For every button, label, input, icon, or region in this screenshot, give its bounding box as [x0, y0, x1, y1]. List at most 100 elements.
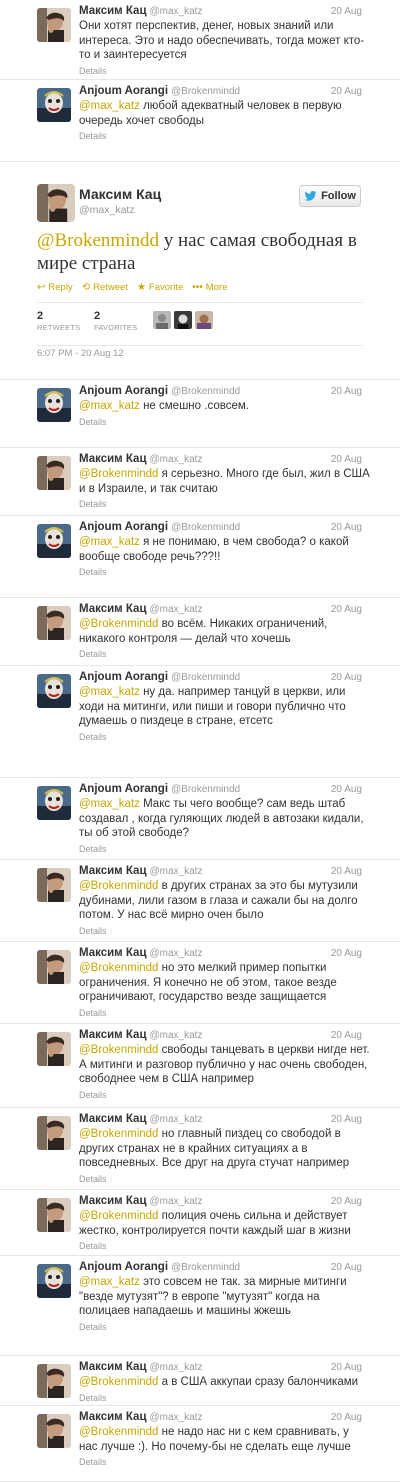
avatar[interactable]	[37, 8, 71, 42]
details-link[interactable]: Details	[79, 1240, 370, 1252]
details-link[interactable]: Details	[79, 1089, 370, 1101]
author-handle[interactable]: @max_katz	[150, 948, 203, 959]
details-link[interactable]: Details	[79, 925, 370, 937]
details-link[interactable]: Details	[79, 1392, 370, 1404]
avatar[interactable]	[37, 868, 71, 902]
reply-button[interactable]: ↩ Reply	[37, 282, 73, 293]
details-link[interactable]: Details	[79, 566, 370, 578]
tweet[interactable]: Максим Кац @max_katz 20 Aug @Brokenmindd во…	[0, 598, 400, 666]
avatar[interactable]	[37, 388, 71, 422]
author-name[interactable]: Максим Кац	[79, 5, 147, 17]
mention-link[interactable]: @Brokenmindd	[79, 1426, 158, 1438]
author-handle[interactable]: @max_katz	[150, 1114, 203, 1125]
details-link[interactable]: Details	[79, 1007, 370, 1019]
tweet[interactable]: Максим Кац @max_katz 20 Aug @Brokenmindd по…	[0, 1190, 400, 1256]
details-link[interactable]: Details	[79, 130, 370, 142]
tweet[interactable]: Максим Кац @max_katz 20 Aug @Brokenmindd но…	[0, 1108, 400, 1190]
retweet-button[interactable]: ⟲ Retweet	[82, 282, 128, 293]
tweet[interactable]: Anjoum Aorangi @Brokenmindd 20 Aug @max_kat…	[0, 516, 400, 598]
details-link[interactable]: Details	[79, 65, 370, 77]
author-name[interactable]: Максим Кац	[79, 1195, 147, 1207]
author-name[interactable]: Максим Кац	[79, 865, 147, 877]
author-handle[interactable]: @max_katz	[150, 6, 203, 17]
author-handle[interactable]: @max_katz	[150, 454, 203, 465]
favorites-stat[interactable]: 2 FAVORITES	[94, 310, 137, 332]
avatar[interactable]	[153, 311, 171, 329]
more-button[interactable]: ••• More	[192, 282, 227, 293]
avatar[interactable]	[37, 1198, 71, 1232]
mention-link[interactable]: @max_katz	[79, 100, 140, 112]
mention-link[interactable]: @max_katz	[79, 1276, 140, 1288]
mention-link[interactable]: @Brokenmindd	[79, 468, 158, 480]
tweet-date[interactable]: 20 Aug	[331, 1362, 362, 1373]
author-name[interactable]: Максим Кац	[79, 1113, 147, 1125]
tweet-date[interactable]: 20 Aug	[331, 522, 362, 533]
avatar[interactable]	[37, 674, 71, 708]
tweet-date[interactable]: 20 Aug	[331, 784, 362, 795]
author-handle[interactable]: @max_katz	[79, 204, 135, 216]
author-handle[interactable]: @max_katz	[150, 1362, 203, 1373]
author-name[interactable]: Anjoum Aorangi	[79, 783, 168, 795]
tweet-date[interactable]: 20 Aug	[331, 6, 362, 17]
details-link[interactable]: Details	[79, 1456, 370, 1468]
mention-link[interactable]: @Brokenmindd	[79, 880, 158, 892]
tweet[interactable]: Anjoum Aorangi @Brokenmindd 20 Aug @max_kat…	[0, 666, 400, 778]
author-name[interactable]: Максим Кац	[79, 603, 147, 615]
avatar[interactable]	[174, 311, 192, 329]
tweet[interactable]: Anjoum Aorangi @Brokenmindd 20 Aug @max_kat…	[0, 1256, 400, 1356]
details-link[interactable]: Details	[79, 731, 370, 743]
author-handle[interactable]: @max_katz	[150, 1030, 203, 1041]
author-name[interactable]: Anjoum Aorangi	[79, 521, 168, 533]
avatar[interactable]	[37, 1414, 71, 1448]
tweet[interactable]: Anjoum Aorangi @Brokenmindd 20 Aug @max_kat…	[0, 380, 400, 448]
author-handle[interactable]: @max_katz	[150, 604, 203, 615]
author-handle[interactable]: @Brokenmindd	[171, 386, 240, 397]
author-name[interactable]: Anjoum Aorangi	[79, 1261, 168, 1273]
tweet-date[interactable]: 20 Aug	[331, 604, 362, 615]
tweet[interactable]: Anjoum Aorangi @Brokenmindd 20 Aug @max_kat…	[0, 80, 400, 162]
author-name[interactable]: Anjoum Aorangi	[79, 671, 168, 683]
author-name[interactable]: Anjoum Aorangi	[79, 85, 168, 97]
details-link[interactable]: Details	[79, 498, 370, 510]
tweet[interactable]: Максим Кац @max_katz 20 Aug @Brokenmindd не…	[0, 1406, 400, 1482]
avatar[interactable]	[37, 1032, 71, 1066]
mention-link[interactable]: @Brokenmindd	[79, 1044, 158, 1056]
mention-link[interactable]: @Brokenmindd	[79, 618, 158, 630]
details-link[interactable]: Details	[79, 648, 370, 660]
author-handle[interactable]: @max_katz	[150, 1196, 203, 1207]
tweet[interactable]: Максим Кац @max_katz 20 Aug @Brokenmindd в …	[0, 860, 400, 942]
mention-link[interactable]: @Brokenmindd	[79, 1376, 158, 1388]
tweet-timestamp[interactable]: 6:07 PM - 20 Aug 12	[37, 348, 124, 359]
mention-link[interactable]: @Brokenmindd	[79, 1128, 158, 1140]
tweet-date[interactable]: 20 Aug	[331, 1030, 362, 1041]
avatar[interactable]	[37, 786, 71, 820]
tweet[interactable]: Максим Кац @max_katz 20 Aug @Brokenmindd а …	[0, 1356, 400, 1406]
author-handle[interactable]: @Brokenmindd	[171, 672, 240, 683]
author-name[interactable]: Максим Кац	[79, 186, 161, 202]
tweet-date[interactable]: 20 Aug	[331, 1262, 362, 1273]
tweet[interactable]: Максим Кац @max_katz 20 Aug @Brokenmindd но…	[0, 942, 400, 1024]
mention-link[interactable]: @max_katz	[79, 536, 140, 548]
mention-link[interactable]: @max_katz	[79, 798, 140, 810]
author-handle[interactable]: @Brokenmindd	[171, 86, 240, 97]
mention-link[interactable]: @Brokenmindd	[79, 1210, 158, 1222]
author-name[interactable]: Максим Кац	[79, 1029, 147, 1041]
favorite-button[interactable]: ★ Favorite	[137, 282, 183, 293]
tweet[interactable]: Anjoum Aorangi @Brokenmindd 20 Aug @max_kat…	[0, 778, 400, 860]
author-handle[interactable]: @max_katz	[150, 1412, 203, 1423]
mention-link[interactable]: @max_katz	[79, 686, 140, 698]
avatar[interactable]	[37, 1116, 71, 1150]
avatar[interactable]	[37, 88, 71, 122]
author-handle[interactable]: @max_katz	[150, 866, 203, 877]
author-name[interactable]: Максим Кац	[79, 1411, 147, 1423]
mention-link[interactable]: @Brokenmindd	[37, 230, 159, 251]
avatar[interactable]	[37, 606, 71, 640]
tweet-date[interactable]: 20 Aug	[331, 866, 362, 877]
retweets-stat[interactable]: 2 RETWEETS	[37, 310, 80, 332]
author-handle[interactable]: @Brokenmindd	[171, 522, 240, 533]
tweet[interactable]: Максим Кац @max_katz 20 Aug @Brokenmindd я …	[0, 448, 400, 516]
author-handle[interactable]: @Brokenmindd	[171, 1262, 240, 1273]
author-name[interactable]: Максим Кац	[79, 1361, 147, 1373]
author-handle[interactable]: @Brokenmindd	[171, 784, 240, 795]
mention-link[interactable]: @Brokenmindd	[79, 962, 158, 974]
